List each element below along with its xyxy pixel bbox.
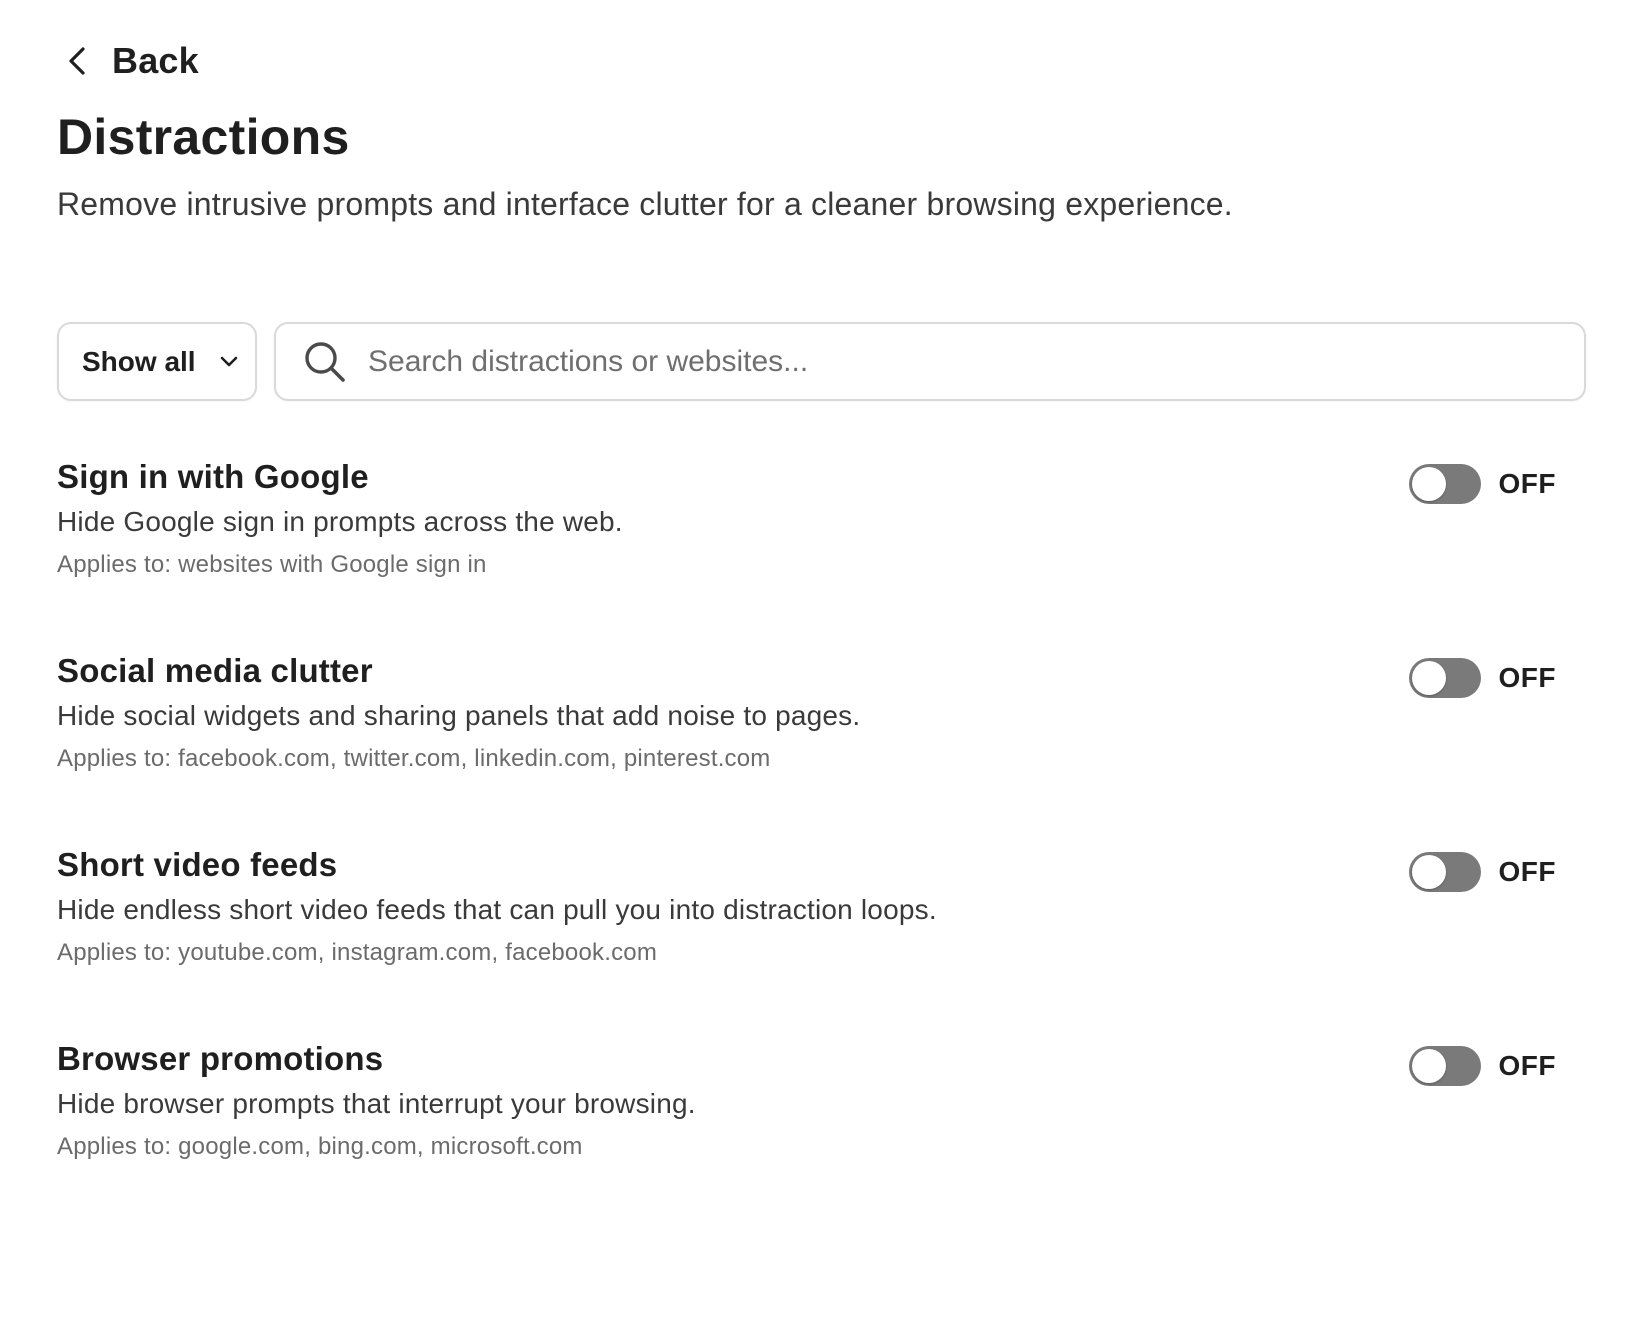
distraction-item-social-media: Social media clutter Hide social widgets… — [57, 652, 1587, 802]
toggle-switch[interactable] — [1408, 852, 1481, 892]
filter-dropdown[interactable]: Show all — [57, 322, 257, 401]
back-label: Back — [112, 40, 199, 81]
search-box[interactable] — [274, 322, 1586, 401]
item-description: Hide Google sign in prompts across the w… — [57, 506, 623, 537]
browser-promotions-toggle[interactable]: OFF — [1408, 1046, 1557, 1086]
distractions-page: Back Distractions Remove intrusive promp… — [0, 0, 1648, 1330]
distraction-item-short-video: Short video feeds Hide endless short vid… — [57, 846, 1587, 996]
item-applies-to: Applies to: websites with Google sign in — [57, 551, 487, 578]
filter-dropdown-label: Show all — [82, 345, 196, 377]
chevron-left-icon — [62, 45, 94, 77]
toggle-knob — [1411, 1049, 1446, 1083]
toggle-knob — [1411, 467, 1446, 501]
search-input[interactable] — [368, 344, 1548, 379]
toggle-knob — [1411, 855, 1446, 889]
item-applies-to: Applies to: google.com, bing.com, micros… — [57, 1133, 583, 1160]
item-applies-to: Applies to: facebook.com, twitter.com, l… — [57, 745, 771, 772]
distraction-item-browser-promotions: Browser promotions Hide browser prompts … — [57, 1040, 1587, 1190]
toggle-switch[interactable] — [1408, 658, 1481, 698]
item-description: Hide browser prompts that interrupt your… — [57, 1088, 696, 1119]
toggle-state-label: OFF — [1498, 856, 1556, 887]
short-video-toggle[interactable]: OFF — [1408, 852, 1557, 892]
toggle-state-label: OFF — [1498, 468, 1556, 499]
toggle-state-label: OFF — [1498, 1050, 1556, 1081]
item-title: Short video feeds — [57, 846, 338, 883]
item-description: Hide endless short video feeds that can … — [57, 894, 937, 925]
search-icon — [302, 339, 348, 385]
social-media-toggle[interactable]: OFF — [1408, 658, 1557, 698]
distraction-item-google-signin: Sign in with Google Hide Google sign in … — [57, 458, 1587, 608]
chevron-down-icon — [218, 351, 240, 373]
page-title: Distractions — [57, 109, 350, 165]
item-title: Social media clutter — [57, 652, 373, 689]
item-applies-to: Applies to: youtube.com, instagram.com, … — [57, 939, 658, 966]
item-description: Hide social widgets and sharing panels t… — [57, 700, 861, 731]
toggle-knob — [1411, 661, 1446, 695]
back-button[interactable]: Back — [62, 40, 199, 82]
page-subtitle: Remove intrusive prompts and interface c… — [57, 186, 1233, 222]
item-title: Sign in with Google — [57, 458, 369, 495]
toggle-switch[interactable] — [1408, 464, 1481, 504]
google-signin-toggle[interactable]: OFF — [1408, 464, 1557, 504]
item-title: Browser promotions — [57, 1040, 384, 1077]
toggle-switch[interactable] — [1408, 1046, 1481, 1086]
toggle-state-label: OFF — [1498, 662, 1556, 693]
